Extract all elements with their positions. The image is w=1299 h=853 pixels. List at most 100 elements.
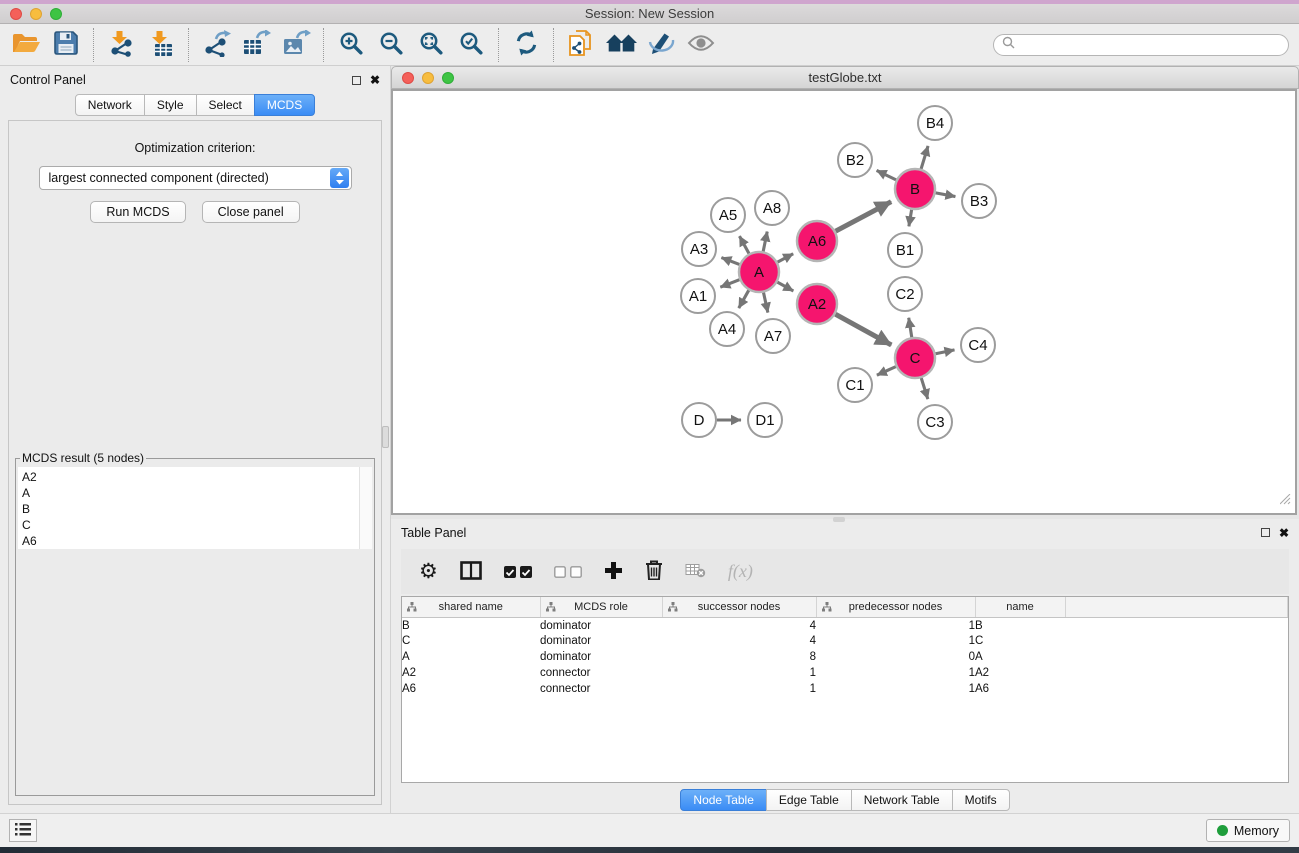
import-table-button[interactable] [141, 26, 181, 64]
tab-select[interactable]: Select [196, 94, 255, 116]
graph-edge-A-A3[interactable] [721, 258, 739, 265]
select-all-button[interactable] [504, 566, 532, 578]
graph-edge-A-A5[interactable] [739, 236, 749, 253]
task-history-button[interactable] [9, 819, 37, 842]
graph-node-C4[interactable]: C4 [961, 328, 995, 362]
table-cell[interactable]: 1 [816, 617, 975, 633]
save-session-button[interactable] [46, 26, 86, 64]
function-builder-button[interactable]: f(x) [728, 561, 753, 582]
delete-table-button[interactable] [685, 563, 706, 581]
tab-edge-table[interactable]: Edge Table [766, 789, 852, 811]
column-view-button[interactable] [460, 561, 482, 583]
float-panel-icon[interactable] [352, 76, 361, 85]
deselect-all-button[interactable] [554, 566, 582, 578]
table-cell[interactable]: 1 [816, 633, 975, 649]
horizontal-scrollbar-thumb[interactable] [833, 517, 845, 522]
graph-node-D[interactable]: D [682, 403, 716, 437]
tab-style[interactable]: Style [144, 94, 197, 116]
table-cell[interactable]: 4 [662, 617, 816, 633]
graph-node-B4[interactable]: B4 [918, 106, 952, 140]
node-table[interactable]: shared nameMCDS rolesuccessor nodesprede… [401, 596, 1289, 783]
graph-node-D1[interactable]: D1 [748, 403, 782, 437]
close-window-button[interactable] [10, 8, 22, 20]
result-list-item[interactable]: A2 [22, 469, 359, 485]
graph-edge-A6-B[interactable] [836, 202, 892, 232]
table-cell[interactable]: C [975, 633, 1065, 649]
graph-edge-B-B3[interactable] [936, 193, 956, 197]
toggle-style-button[interactable] [641, 26, 681, 64]
search-field[interactable] [993, 34, 1289, 56]
graph-node-B3[interactable]: B3 [962, 184, 996, 218]
graph-edge-A-A1[interactable] [720, 280, 739, 288]
table-cell[interactable]: 1 [816, 665, 975, 681]
table-cell[interactable]: dominator [540, 617, 662, 633]
graph-node-A[interactable]: A [739, 252, 779, 292]
criterion-select[interactable]: largest connected component (directed) [39, 166, 352, 190]
table-row[interactable]: A6connector11A6 [402, 681, 1288, 697]
column-header[interactable]: successor nodes [662, 597, 816, 617]
graph-node-C[interactable]: C [895, 338, 935, 378]
graph-edge-B-B2[interactable] [877, 170, 896, 179]
memory-button[interactable]: Memory [1206, 819, 1290, 842]
run-mcds-button[interactable]: Run MCDS [90, 201, 185, 223]
table-cell[interactable]: B [402, 617, 540, 633]
close-panel-button[interactable]: Close panel [202, 201, 300, 223]
result-list-scrollbar[interactable] [359, 467, 372, 549]
export-table-button[interactable] [236, 26, 276, 64]
graph-node-C1[interactable]: C1 [838, 368, 872, 402]
graph-node-A4[interactable]: A4 [710, 312, 744, 346]
column-header[interactable]: shared name [402, 597, 540, 617]
zoom-in-button[interactable] [331, 26, 371, 64]
refresh-button[interactable] [506, 26, 546, 64]
table-cell[interactable]: 1 [662, 681, 816, 697]
result-list-item[interactable]: B [22, 501, 359, 517]
graph-node-A8[interactable]: A8 [755, 191, 789, 225]
graph-node-C3[interactable]: C3 [918, 405, 952, 439]
tab-network-table[interactable]: Network Table [851, 789, 953, 811]
graph-node-A2[interactable]: A2 [797, 284, 837, 324]
export-image-button[interactable] [276, 26, 316, 64]
vertical-scrollbar-thumb[interactable] [382, 426, 389, 448]
graph-node-B1[interactable]: B1 [888, 233, 922, 267]
tab-node-table[interactable]: Node Table [680, 789, 767, 811]
table-cell[interactable]: A2 [975, 665, 1065, 681]
network-close-button[interactable] [402, 72, 414, 84]
table-cell[interactable]: 1 [662, 665, 816, 681]
zoom-fit-button[interactable] [411, 26, 451, 64]
delete-column-button[interactable] [645, 560, 663, 583]
table-cell[interactable]: B [975, 617, 1065, 633]
table-cell[interactable]: C [402, 633, 540, 649]
table-cell[interactable]: dominator [540, 633, 662, 649]
graph-edge-A-A8[interactable] [763, 232, 767, 252]
tab-motifs[interactable]: Motifs [952, 789, 1010, 811]
table-cell[interactable]: 4 [662, 633, 816, 649]
table-cell[interactable]: 8 [662, 649, 816, 665]
graph-edge-C-C1[interactable] [877, 367, 896, 376]
column-header[interactable]: name [975, 597, 1065, 617]
table-cell[interactable]: 1 [816, 681, 975, 697]
column-header[interactable]: MCDS role [540, 597, 662, 617]
resize-grip-icon[interactable] [1280, 492, 1291, 510]
table-cell[interactable]: connector [540, 665, 662, 681]
search-input[interactable] [1020, 38, 1280, 52]
graph-node-B[interactable]: B [895, 169, 935, 209]
graph-edge-C-C4[interactable] [936, 350, 955, 354]
column-header[interactable]: predecessor nodes [816, 597, 975, 617]
graph-edge-A-A4[interactable] [739, 290, 749, 308]
graph-node-A6[interactable]: A6 [797, 221, 837, 261]
table-cell[interactable]: connector [540, 681, 662, 697]
float-panel-icon[interactable] [1261, 528, 1270, 537]
graph-edge-B-B4[interactable] [921, 146, 928, 169]
network-canvas[interactable]: B4B2BB3A8A5A6A3B1AA1C2A2A4A7C4CC1DD1C3 [391, 89, 1297, 515]
table-row[interactable]: A2connector11A2 [402, 665, 1288, 681]
close-panel-icon[interactable]: ✖ [370, 74, 380, 86]
maximize-window-button[interactable] [50, 8, 62, 20]
mcds-result-list[interactable]: A2ABCA6 [18, 467, 372, 549]
graph-edge-B-B1[interactable] [909, 210, 912, 227]
graph-edge-A-A6[interactable] [778, 254, 794, 262]
clone-network-button[interactable] [561, 26, 601, 64]
graph-edge-A-A2[interactable] [777, 282, 793, 291]
minimize-window-button[interactable] [30, 8, 42, 20]
table-cell[interactable]: A6 [402, 681, 540, 697]
result-list-item[interactable]: C [22, 517, 359, 533]
